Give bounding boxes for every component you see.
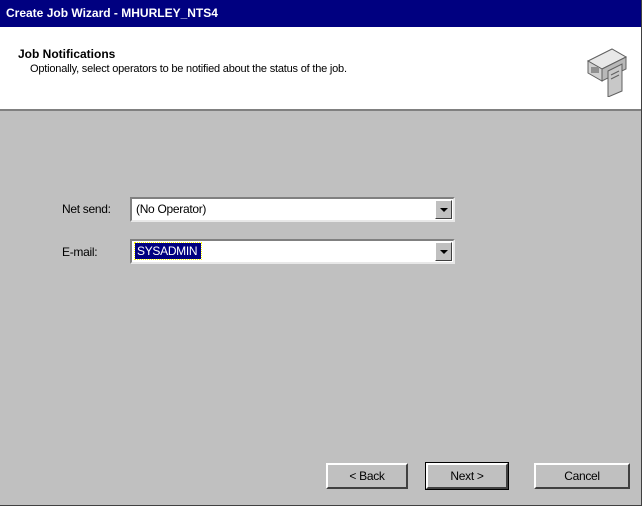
- next-button[interactable]: Next >: [425, 462, 509, 490]
- cancel-button[interactable]: Cancel: [534, 463, 630, 489]
- chevron-down-icon: [439, 207, 448, 212]
- email-value: SYSADMIN: [133, 242, 203, 260]
- net-send-dropdown[interactable]: (No Operator): [130, 197, 455, 222]
- wizard-window: Create Job Wizard - MHURLEY_NTS4 Job Not…: [0, 0, 642, 506]
- back-button[interactable]: < Back: [326, 463, 408, 489]
- net-send-dropdown-button[interactable]: [435, 200, 452, 219]
- server-computer-icon: [586, 48, 628, 97]
- net-send-label: Net send:: [62, 202, 111, 216]
- title-bar[interactable]: Create Job Wizard - MHURLEY_NTS4: [0, 0, 641, 27]
- email-dropdown[interactable]: SYSADMIN: [130, 239, 455, 264]
- window-title: Create Job Wizard - MHURLEY_NTS4: [6, 6, 218, 20]
- email-label: E-mail:: [62, 245, 98, 259]
- page-title: Job Notifications: [18, 47, 116, 61]
- wizard-header: Job Notifications Optionally, select ope…: [0, 27, 641, 111]
- net-send-value: (No Operator): [136, 202, 207, 216]
- chevron-down-icon: [439, 249, 448, 254]
- email-dropdown-button[interactable]: [435, 242, 452, 261]
- page-subtitle: Optionally, select operators to be notif…: [30, 63, 347, 75]
